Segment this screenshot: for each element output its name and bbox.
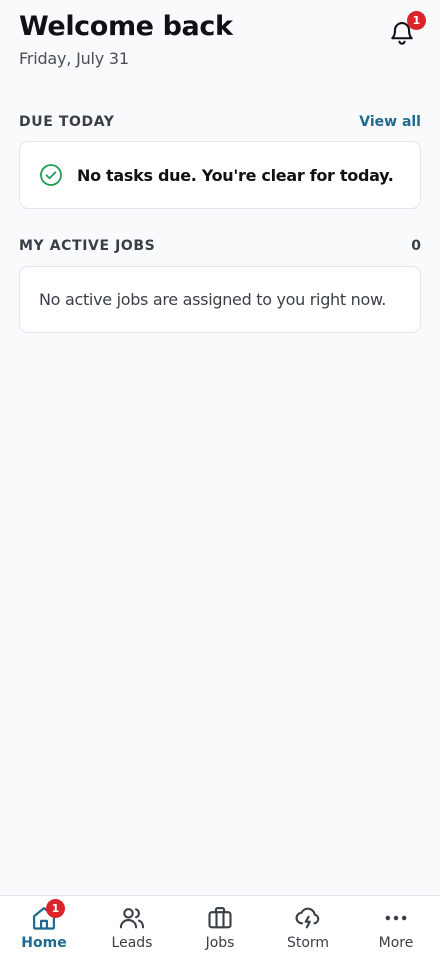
page-date: Friday, July 31 — [19, 49, 129, 68]
bottom-navigation: 1 Home Leads Jobs Storm More — [0, 895, 440, 953]
active-jobs-card: No active jobs are assigned to you right… — [19, 266, 421, 333]
due-today-title: DUE TODAY — [19, 114, 115, 130]
notifications-button[interactable]: 1 — [385, 11, 426, 50]
page-header: Welcome back Friday, July 31 1 — [19, 11, 426, 74]
nav-item-storm[interactable]: Storm — [264, 896, 352, 953]
due-today-card: No tasks due. You're clear for today. — [19, 141, 421, 209]
nav-label-leads: Leads — [111, 935, 153, 951]
briefcase-icon — [208, 907, 232, 929]
active-jobs-count: 0 — [411, 238, 421, 254]
nav-item-home[interactable]: 1 Home — [0, 896, 88, 953]
nav-label-storm: Storm — [286, 935, 330, 951]
nav-item-more[interactable]: More — [352, 896, 440, 953]
nav-label-jobs: Jobs — [205, 935, 235, 951]
storm-cloud-icon — [295, 907, 320, 929]
nav-label-home: Home — [21, 935, 67, 951]
due-today-empty-message: No tasks due. You're clear for today. — [77, 165, 394, 185]
home-badge: 1 — [46, 899, 65, 918]
check-circle-icon — [40, 164, 62, 186]
active-jobs-header: MY ACTIVE JOBS 0 — [19, 236, 421, 256]
active-jobs-empty-message: No active jobs are assigned to you right… — [39, 290, 387, 309]
notification-badge: 1 — [407, 11, 426, 30]
page-title: Welcome back — [19, 11, 233, 42]
nav-item-leads[interactable]: Leads — [88, 896, 176, 953]
nav-item-jobs[interactable]: Jobs — [176, 896, 264, 953]
more-dots-icon — [385, 915, 407, 921]
nav-label-more: More — [378, 935, 414, 951]
view-all-link[interactable]: View all — [359, 114, 421, 130]
active-jobs-title: MY ACTIVE JOBS — [19, 238, 156, 254]
users-icon — [119, 908, 145, 929]
due-today-header: DUE TODAY View all — [19, 112, 421, 132]
